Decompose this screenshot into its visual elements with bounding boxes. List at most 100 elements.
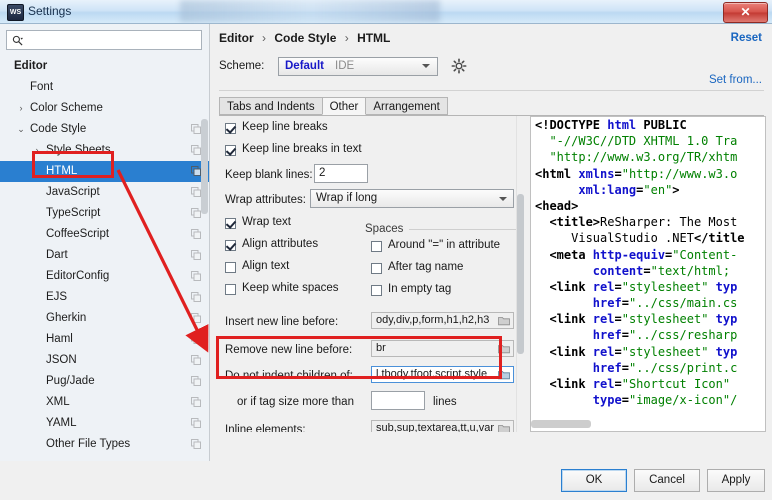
copy-icon[interactable] <box>191 355 201 365</box>
ok-button[interactable]: OK <box>561 469 627 492</box>
set-from-link[interactable]: Set from... <box>709 74 762 86</box>
tab-other[interactable]: Other <box>321 97 367 115</box>
gear-icon[interactable] <box>451 58 467 74</box>
breadcrumb-item-code-style[interactable]: Code Style <box>274 31 336 45</box>
checkbox-box <box>225 262 236 273</box>
copy-icon[interactable] <box>191 229 201 239</box>
sidebar-item-font[interactable]: Font <box>0 77 209 98</box>
code-token-tag: = <box>643 263 651 278</box>
copy-icon[interactable] <box>191 313 201 323</box>
input-tag-size-lines[interactable] <box>371 391 425 410</box>
sidebar-item-style-sheets[interactable]: › Style Sheets <box>0 140 209 161</box>
sidebar-item-javascript[interactable]: JavaScript <box>0 182 209 203</box>
chevron-down-icon[interactable]: ⌄ <box>15 119 27 140</box>
tab-arrangement[interactable]: Arrangement <box>365 97 448 115</box>
code-token-str: "stylesheet" <box>621 344 709 359</box>
sidebar-item-label: TypeScript <box>46 207 101 219</box>
code-line: type="image/x-icon"/ <box>531 392 765 408</box>
chevron-right-icon[interactable]: › <box>15 98 27 119</box>
copy-icon[interactable] <box>191 334 201 344</box>
sidebar-item-label: JSON <box>46 354 77 366</box>
sidebar-item-inspections[interactable]: Inspections <box>0 455 209 456</box>
checkbox-box <box>225 123 236 134</box>
copy-icon[interactable] <box>191 124 201 134</box>
settings-tree[interactable]: Editor Font › Color Scheme ⌄ Code Style › Style… <box>0 56 209 456</box>
field-value: l,tbody,tfoot,script,style <box>376 368 488 380</box>
code-line: <link rel="stylesheet" typ <box>531 311 765 327</box>
breadcrumb: Editor › Code Style › HTML <box>219 31 390 45</box>
browse-folder-icon[interactable] <box>498 316 510 326</box>
apply-button[interactable]: Apply <box>707 469 765 492</box>
search-icon <box>12 35 23 46</box>
sidebar-item-coffeescript[interactable]: CoffeeScript <box>0 224 209 245</box>
breadcrumb-item-editor[interactable]: Editor <box>219 31 254 45</box>
field-inline-elements[interactable]: sub,sup,textarea,tt,u,var <box>371 420 514 432</box>
reset-link[interactable]: Reset <box>731 32 762 44</box>
chevron-right-icon[interactable]: › <box>31 140 43 161</box>
sidebar-item-json[interactable]: JSON <box>0 350 209 371</box>
search-input[interactable] <box>29 33 201 50</box>
copy-icon[interactable] <box>191 208 201 218</box>
close-icon[interactable]: ✕ <box>723 2 768 23</box>
dropdown-value: Wrap if long <box>316 192 378 204</box>
search-box[interactable] <box>6 30 202 50</box>
browse-folder-icon[interactable] <box>498 370 510 380</box>
sidebar-item-label: Haml <box>46 333 73 345</box>
field-remove-new-line-before[interactable]: br <box>371 340 514 357</box>
copy-icon[interactable] <box>191 145 201 155</box>
dropdown-wrap-attributes[interactable]: Wrap if long <box>310 189 514 208</box>
input-keep-blank-lines[interactable]: 2 <box>314 164 368 183</box>
sidebar-item-ejs[interactable]: EJS <box>0 287 209 308</box>
sidebar-item-yaml[interactable]: YAML <box>0 413 209 434</box>
group-label-spaces: Spaces <box>365 223 408 235</box>
field-do-not-indent-children[interactable]: l,tbody,tfoot,script,style <box>371 366 514 383</box>
sidebar-item-editorconfig[interactable]: EditorConfig <box>0 266 209 287</box>
sidebar-item-label: Color Scheme <box>30 102 103 114</box>
code-token-tag: <meta <box>535 247 593 262</box>
code-token-str: "text/html; <box>650 263 731 278</box>
code-token-str: "../css/print.c <box>628 360 738 375</box>
copy-icon[interactable] <box>191 187 201 197</box>
cancel-button[interactable]: Cancel <box>634 469 700 492</box>
options-scrollbar-thumb[interactable] <box>517 194 524 354</box>
copy-icon[interactable] <box>191 271 201 281</box>
field-insert-new-line-before[interactable]: ody,div,p,form,h1,h2,h3 <box>371 312 514 329</box>
copy-icon[interactable] <box>191 250 201 260</box>
checkbox-label: Keep line breaks <box>242 121 328 133</box>
label-remove-new-line-before: Remove new line before: <box>225 344 353 356</box>
scheme-dropdown[interactable]: Default IDE <box>278 57 438 76</box>
copy-icon[interactable] <box>191 418 201 428</box>
sidebar-item-dart[interactable]: Dart <box>0 245 209 266</box>
label-keep-blank-lines: Keep blank lines: <box>225 169 313 181</box>
copy-icon[interactable] <box>191 166 201 176</box>
code-preview[interactable]: <!DOCTYPE html PUBLIC "-//W3C//DTD XHTML… <box>530 116 766 432</box>
sidebar-scrollbar-thumb[interactable] <box>201 119 208 214</box>
code-token-tag: <head> <box>535 198 579 213</box>
checkbox-box <box>371 285 382 296</box>
browse-folder-icon[interactable] <box>498 424 510 432</box>
preview-horizontal-scrollbar[interactable] <box>531 420 591 428</box>
sidebar-item-code-style[interactable]: ⌄ Code Style <box>0 119 209 140</box>
sidebar-item-other-file-types[interactable]: Other File Types <box>0 434 209 455</box>
tab-bar[interactable]: Tabs and Indents Other Arrangement <box>219 97 448 116</box>
tab-tabs-and-indents[interactable]: Tabs and Indents <box>219 97 323 115</box>
checkbox-label: Align text <box>242 260 290 272</box>
sidebar-item-pug-jade[interactable]: Pug/Jade <box>0 371 209 392</box>
label-lines-suffix: lines <box>433 396 457 408</box>
copy-icon[interactable] <box>191 292 201 302</box>
sidebar-item-label: Editor <box>14 60 48 72</box>
sidebar-item-xml[interactable]: XML <box>0 392 209 413</box>
sidebar-item-editor[interactable]: Editor <box>0 56 209 77</box>
breadcrumb-item-html[interactable]: HTML <box>357 31 390 45</box>
sidebar-item-typescript[interactable]: TypeScript <box>0 203 209 224</box>
copy-icon[interactable] <box>191 439 201 449</box>
browse-folder-icon[interactable] <box>498 344 510 354</box>
copy-icon[interactable] <box>191 397 201 407</box>
sidebar-item-color-scheme[interactable]: › Color Scheme <box>0 98 209 119</box>
code-token-txt: VisualStudio .NET <box>535 231 694 246</box>
copy-icon[interactable] <box>191 376 201 386</box>
sidebar-item-html[interactable]: HTML <box>0 161 209 182</box>
sidebar-item-gherkin[interactable]: Gherkin <box>0 308 209 329</box>
sidebar-item-haml[interactable]: Haml <box>0 329 209 350</box>
code-line: xml:lang="en"> <box>531 182 765 198</box>
